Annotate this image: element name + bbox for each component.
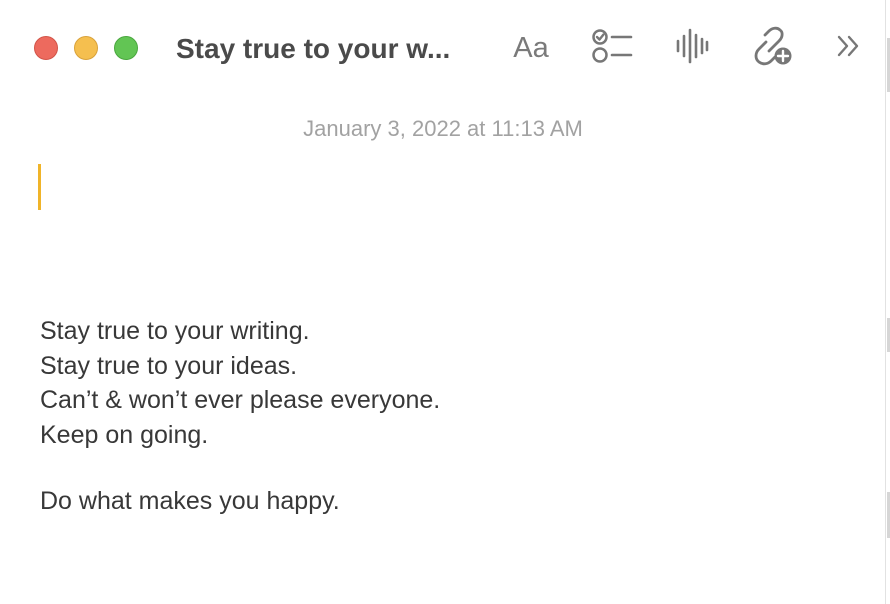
format-button[interactable]: Aa bbox=[505, 24, 557, 72]
close-window-button[interactable] bbox=[34, 36, 58, 60]
note-date: January 3, 2022 at 11:13 AM bbox=[303, 116, 583, 141]
toolbar: Stay true to your w... Aa bbox=[0, 0, 886, 96]
window-edge bbox=[886, 0, 890, 604]
window-title: Stay true to your w... bbox=[176, 33, 451, 64]
more-tools-button[interactable] bbox=[830, 24, 868, 72]
note-line: Stay true to your writing. bbox=[40, 317, 310, 345]
chevron-double-right-icon bbox=[835, 32, 863, 65]
note-line: Keep on going. bbox=[40, 420, 209, 449]
audio-button[interactable] bbox=[670, 24, 714, 72]
text-cursor bbox=[38, 164, 41, 210]
add-link-icon bbox=[751, 26, 793, 71]
checklist-icon bbox=[592, 28, 634, 68]
zoom-window-button[interactable] bbox=[114, 36, 138, 60]
collaborate-link-button[interactable] bbox=[748, 24, 796, 72]
checklist-button[interactable] bbox=[590, 24, 636, 72]
note-editor[interactable]: Stay true to your writing. Stay true to … bbox=[40, 314, 800, 519]
minimize-window-button[interactable] bbox=[74, 36, 98, 60]
audio-waveform-icon bbox=[674, 28, 710, 69]
note-line: Do what makes you happy. bbox=[40, 487, 340, 515]
note-line: Can’t & won’t ever please everyone. bbox=[40, 386, 441, 414]
note-line: Stay true to your ideas. bbox=[40, 351, 298, 380]
format-label: Aa bbox=[513, 31, 549, 64]
notes-window: Stay true to your w... Aa January 3, 202… bbox=[0, 0, 886, 604]
window-controls bbox=[34, 36, 138, 60]
